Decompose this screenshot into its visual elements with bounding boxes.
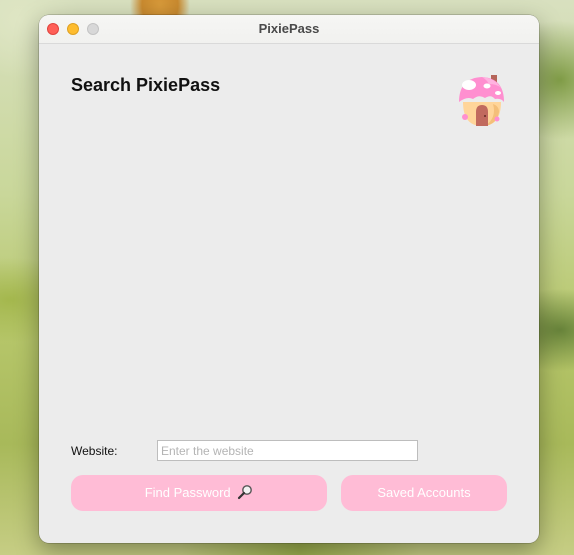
title-bar: PixiePass [39,15,539,44]
find-password-label: Find Password [144,485,231,500]
website-label: Website: [71,444,118,458]
page-title: Search PixiePass [71,75,221,95]
mushroom-house-icon [457,72,507,128]
app-window: PixiePass Search PixiePass Website: F [39,15,539,543]
magnifying-glass-icon [237,478,253,500]
website-input[interactable] [157,440,418,461]
window-title: PixiePass [258,21,320,36]
saved-accounts-button[interactable]: Saved Accounts [341,475,507,511]
find-password-button[interactable]: Find Password [71,475,327,511]
